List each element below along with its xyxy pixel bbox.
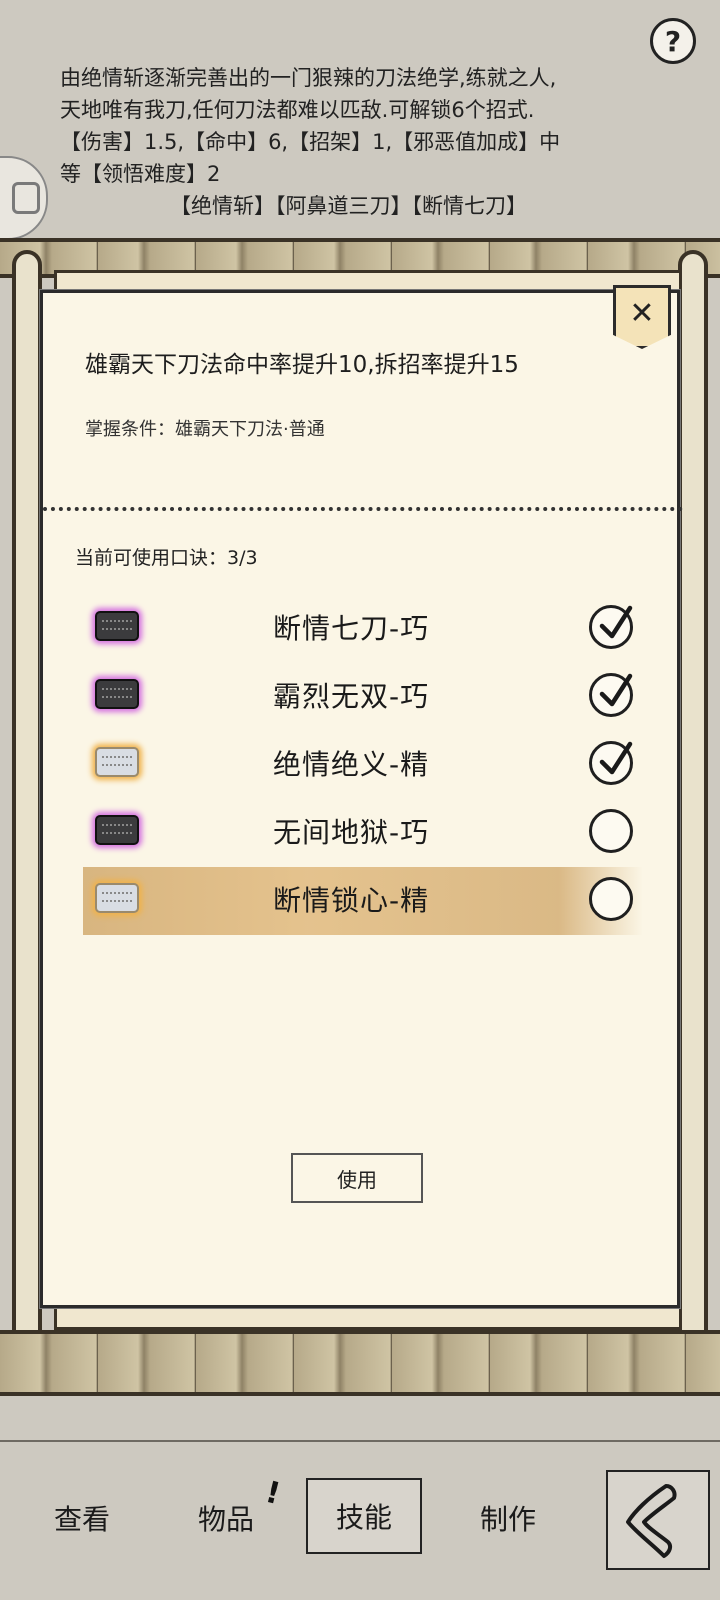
dotted-divider xyxy=(43,507,683,511)
mantra-checkbox[interactable] xyxy=(589,877,633,921)
mantra-name: 霸烈无双-巧 xyxy=(273,680,430,713)
orange-book-icon xyxy=(95,747,139,777)
help-button[interactable]: ? xyxy=(650,18,696,64)
mantra-row[interactable]: 断情七刀-巧 xyxy=(83,595,643,663)
back-icon xyxy=(626,1484,677,1558)
description-line: 【伤害】1.5,【命中】6,【招架】1,【邪恶值加成】中 xyxy=(60,130,561,154)
mantra-list: 断情七刀-巧 霸烈无双-巧 绝情绝义-精 无间地狱-巧 断情锁心-精 xyxy=(83,595,643,935)
mantra-checkbox[interactable] xyxy=(589,809,633,853)
mantra-dialog: ✕ 雄霸天下刀法命中率提升10,拆招率提升15 掌握条件：雄霸天下刀法·普通 当… xyxy=(40,285,683,1308)
check-icon xyxy=(599,741,633,775)
items-alert-badge: ! xyxy=(261,1474,284,1513)
mantra-name: 断情七刀-巧 xyxy=(273,612,430,645)
close-button[interactable]: ✕ xyxy=(613,285,671,349)
mastery-condition: 掌握条件：雄霸天下刀法·普通 xyxy=(85,419,325,440)
description-line: 由绝情斩逐渐完善出的一门狠辣的刀法绝学,练就之人, xyxy=(60,66,557,90)
description-line: 【绝情斩】【阿鼻道三刀】【断情七刀】 xyxy=(170,194,527,218)
close-icon: ✕ xyxy=(629,295,655,331)
nav-skills[interactable]: 技能 xyxy=(306,1478,423,1554)
mantra-row-selected[interactable]: 断情锁心-精 xyxy=(83,867,643,935)
skill-description: 由绝情斩逐渐完善出的一门狠辣的刀法绝学,练就之人, 天地唯有我刀,任何刀法都难以… xyxy=(60,62,660,222)
description-line: 等【领悟难度】2 xyxy=(60,162,221,186)
mantra-name: 绝情绝义-精 xyxy=(273,748,430,781)
nav-divider xyxy=(0,1440,720,1442)
mantra-checkbox[interactable] xyxy=(589,741,633,785)
scroll-left-roll xyxy=(12,250,42,1370)
mantra-row[interactable]: 绝情绝义-精 xyxy=(83,731,643,799)
mantra-row[interactable]: 无间地狱-巧 xyxy=(83,799,643,867)
scroll-bottom-rod xyxy=(0,1330,720,1396)
check-icon xyxy=(599,673,633,707)
description-line: 天地唯有我刀,任何刀法都难以匹敌.可解锁6个招式. xyxy=(60,98,535,122)
effect-text: 雄霸天下刀法命中率提升10,拆招率提升15 xyxy=(85,352,519,378)
mantra-checkbox[interactable] xyxy=(589,605,633,649)
use-button[interactable]: 使用 xyxy=(291,1153,423,1203)
mantra-row[interactable]: 霸烈无双-巧 xyxy=(83,663,643,731)
purple-book-icon xyxy=(95,815,139,845)
back-button[interactable] xyxy=(606,1470,710,1570)
bottom-nav: 查看 物品 ! 技能 制作 xyxy=(0,1468,720,1578)
check-icon xyxy=(599,605,633,639)
available-count: 当前可使用口诀：3/3 xyxy=(75,547,258,569)
orange-book-icon xyxy=(95,883,139,913)
nav-items[interactable]: 物品 xyxy=(198,1498,254,1538)
scroll-right-roll xyxy=(678,250,708,1370)
purple-book-icon xyxy=(95,611,139,641)
nav-view[interactable]: 查看 xyxy=(54,1498,110,1538)
nav-craft[interactable]: 制作 xyxy=(480,1498,536,1538)
mantra-checkbox[interactable] xyxy=(589,673,633,717)
mantra-name: 断情锁心-精 xyxy=(273,884,430,917)
side-drawer-tab[interactable] xyxy=(0,156,48,240)
mantra-name: 无间地狱-巧 xyxy=(273,816,430,849)
purple-book-icon xyxy=(95,679,139,709)
